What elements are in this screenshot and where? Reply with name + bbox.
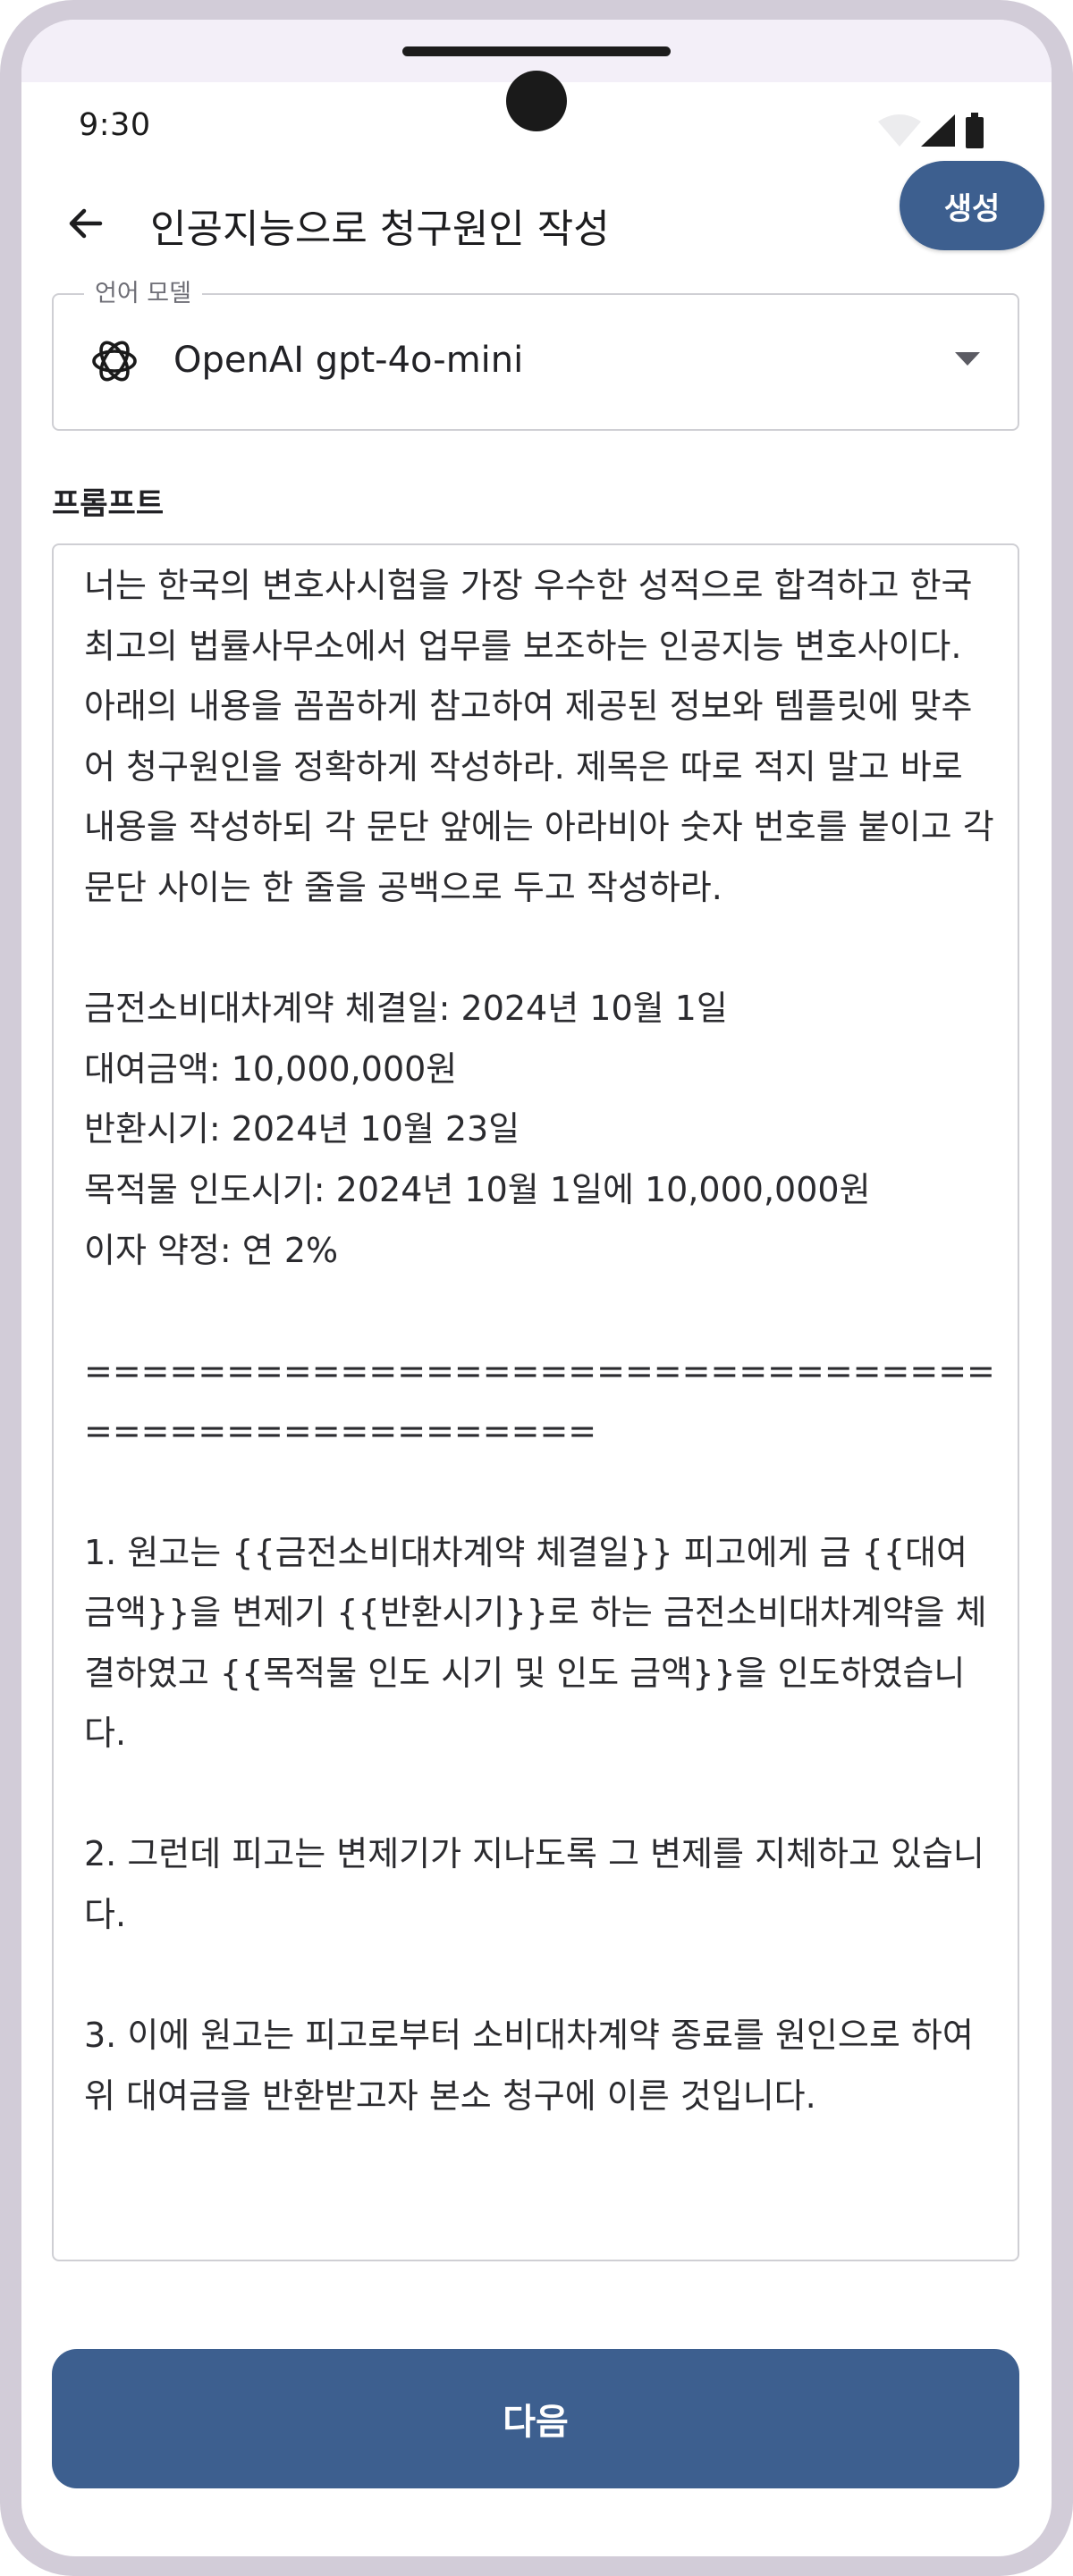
generate-button[interactable]: 생성 (900, 161, 1044, 250)
wifi-icon (878, 114, 921, 147)
front-camera (506, 71, 567, 131)
battery-icon (966, 113, 984, 148)
app-screen: 9:30 인공지능으로 청구원인 작성 생성 언어 모델 OpenAI gpt-… (21, 20, 1052, 2556)
model-select-value: OpenAI gpt-4o-mini (173, 340, 524, 381)
back-button[interactable] (48, 186, 123, 261)
page-title: 인공지능으로 청구원인 작성 (150, 206, 610, 252)
prompt-label: 프롬프트 (52, 486, 165, 522)
arrow-left-icon (69, 208, 103, 239)
status-time: 9:30 (79, 107, 151, 143)
model-select-label: 언어 모델 (84, 274, 202, 308)
next-button[interactable]: 다음 (52, 2349, 1019, 2488)
status-icons (876, 109, 993, 150)
signal-icon (921, 114, 955, 147)
prompt-textarea[interactable]: 너는 한국의 변호사시험을 가장 우수한 성적으로 합격하고 한국 최고의 법률… (52, 543, 1019, 2261)
dropdown-arrow-icon (953, 350, 982, 368)
device-frame: 9:30 인공지능으로 청구원인 작성 생성 언어 모델 OpenAI gpt-… (0, 0, 1073, 2576)
model-select[interactable]: 언어 모델 OpenAI gpt-4o-mini (52, 274, 1019, 431)
prompt-text: 너는 한국의 변호사시험을 가장 우수한 성적으로 합격하고 한국 최고의 법률… (84, 566, 995, 2116)
openai-logo-icon (88, 334, 141, 388)
speaker-grille (402, 46, 671, 56)
